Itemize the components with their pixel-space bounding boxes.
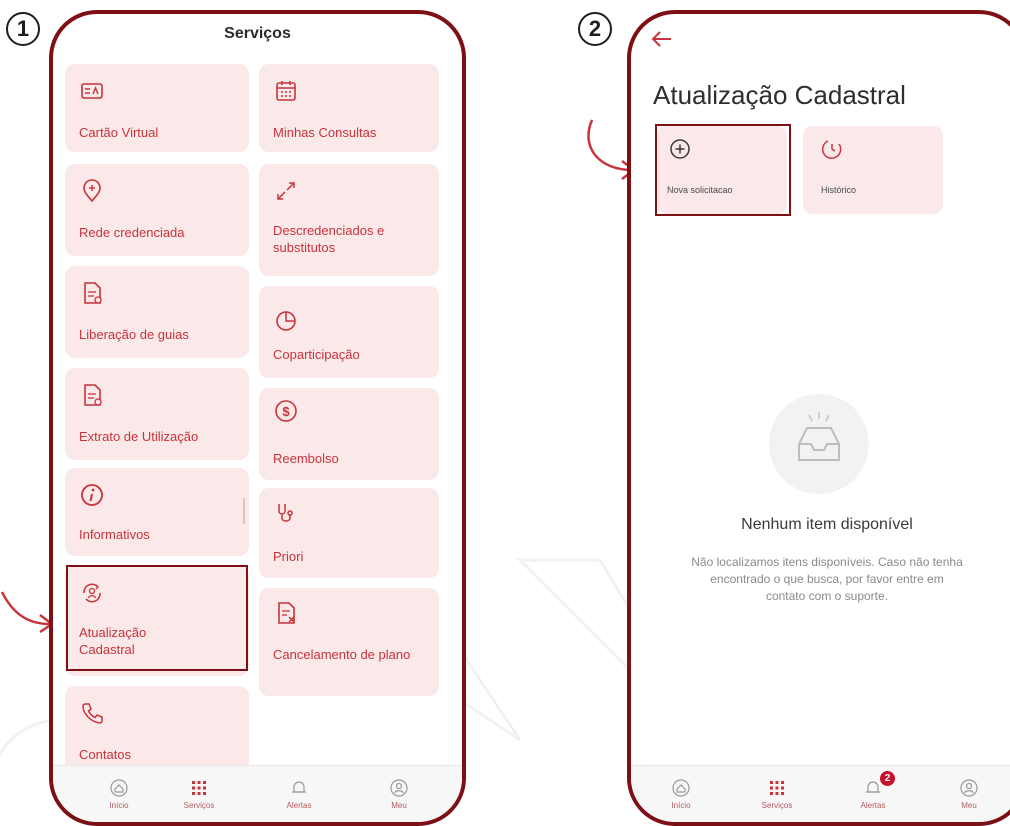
tile-label: Reembolso <box>273 451 339 466</box>
arrows-diagonal-icon <box>273 178 299 204</box>
empty-state-text: Não localizamos itens disponíveis. Caso … <box>691 555 963 603</box>
arrow-left-icon[interactable] <box>649 28 675 50</box>
phone-screen-atualizacao: Atualização Cadastral Nova solicitacao H… <box>627 10 1010 826</box>
tile-cartao-virtual[interactable]: Cartão Virtual <box>65 64 249 152</box>
page-title: Serviços <box>224 25 291 42</box>
nav-label: Meu <box>961 801 977 810</box>
home-icon <box>672 779 690 797</box>
tile-label: Priori <box>273 549 304 564</box>
tile-label: Cartão Virtual <box>79 125 159 140</box>
tile-informativos[interactable]: Informativos <box>65 468 249 556</box>
tile-label: Rede credenciada <box>79 225 185 240</box>
tile-contatos[interactable]: Contatos <box>65 686 249 776</box>
document-icon <box>79 382 105 408</box>
user-icon <box>390 779 408 797</box>
nav-item-inicio[interactable]: Início <box>99 778 139 810</box>
card-icon <box>79 78 105 104</box>
empty-state-title: Nenhum item disponível <box>741 516 913 533</box>
document-icon <box>79 280 105 306</box>
highlight-box <box>655 124 791 216</box>
phone-icon <box>79 700 105 726</box>
nav-label: Meu <box>391 801 407 810</box>
nav-label: Serviços <box>761 801 793 810</box>
nav-item-meu[interactable]: Meu <box>949 778 989 810</box>
nav-label: Alertas <box>860 801 886 810</box>
tile-label: Extrato de Utilização <box>79 429 199 444</box>
tile-label: Descredenciados e substitutos <box>273 223 385 255</box>
tile-minhas-consultas[interactable]: Minhas Consultas <box>259 64 439 152</box>
tile-label: Minhas Consultas <box>273 125 377 140</box>
tile-priori[interactable]: Priori <box>259 488 439 578</box>
tile-reembolso[interactable]: $ Reembolso <box>259 388 439 480</box>
phone-screen-services: Serviços Cartão Virtual Rede credenciada… <box>49 10 466 826</box>
nav-item-inicio[interactable]: Início <box>661 778 701 810</box>
tile-liberacao-de-guias[interactable]: Liberação de guias <box>65 266 249 358</box>
home-icon <box>110 779 128 797</box>
nav-item-alertas[interactable]: 2 Alertas <box>853 771 895 810</box>
action-historico[interactable]: Histórico <box>803 126 943 214</box>
grid-icon <box>770 781 784 795</box>
nav-label: Alertas <box>286 801 312 810</box>
action-label: Histórico <box>821 185 857 195</box>
money-icon: $ <box>273 398 299 424</box>
tile-label: Informativos <box>79 527 150 542</box>
bottom-nav: Início Serviços Alertas Meu <box>53 765 462 822</box>
tile-label: Coparticipação <box>273 347 360 362</box>
highlight-box <box>66 565 248 671</box>
nav-label: Serviços <box>183 801 215 810</box>
step-number-2: 2 <box>578 12 612 46</box>
page-title: Atualização Cadastral <box>653 80 906 110</box>
inbox-icon <box>769 394 869 494</box>
nav-item-meu[interactable]: Meu <box>379 778 419 810</box>
stethoscope-icon <box>273 500 299 526</box>
user-icon <box>960 779 978 797</box>
tile-label: Liberação de guias <box>79 327 189 342</box>
info-icon <box>79 482 105 508</box>
calendar-icon <box>273 78 299 104</box>
tile-cancelamento-de-plano[interactable]: Cancelamento de plano <box>259 588 439 696</box>
nav-item-servicos[interactable]: Serviços <box>179 778 219 810</box>
nav-item-servicos[interactable]: Serviços <box>757 778 797 810</box>
history-icon <box>819 136 845 162</box>
document-cancel-icon <box>273 600 299 626</box>
tile-extrato-de-utilizacao[interactable]: Extrato de Utilização <box>65 368 249 460</box>
step-number-1: 1 <box>6 12 40 46</box>
bell-icon <box>292 781 306 793</box>
map-pin-icon <box>79 178 105 204</box>
tile-coparticipacao[interactable]: Coparticipação <box>259 286 439 378</box>
nav-label: Início <box>671 801 691 810</box>
grid-icon <box>192 781 206 795</box>
tile-descredenciados[interactable]: Descredenciados e substitutos <box>259 164 439 276</box>
pie-chart-icon <box>273 308 299 334</box>
nav-label: Início <box>109 801 129 810</box>
scrollbar[interactable] <box>243 498 245 524</box>
tile-rede-credenciada[interactable]: Rede credenciada <box>65 164 249 256</box>
svg-text:$: $ <box>282 404 290 419</box>
notification-badge: 2 <box>880 771 895 786</box>
tile-label: Cancelamento de plano <box>273 647 411 662</box>
nav-item-alertas[interactable]: Alertas <box>279 778 319 810</box>
tile-label: Contatos <box>79 747 132 762</box>
bottom-nav: Início Serviços 2 Alertas Meu <box>631 765 1010 822</box>
